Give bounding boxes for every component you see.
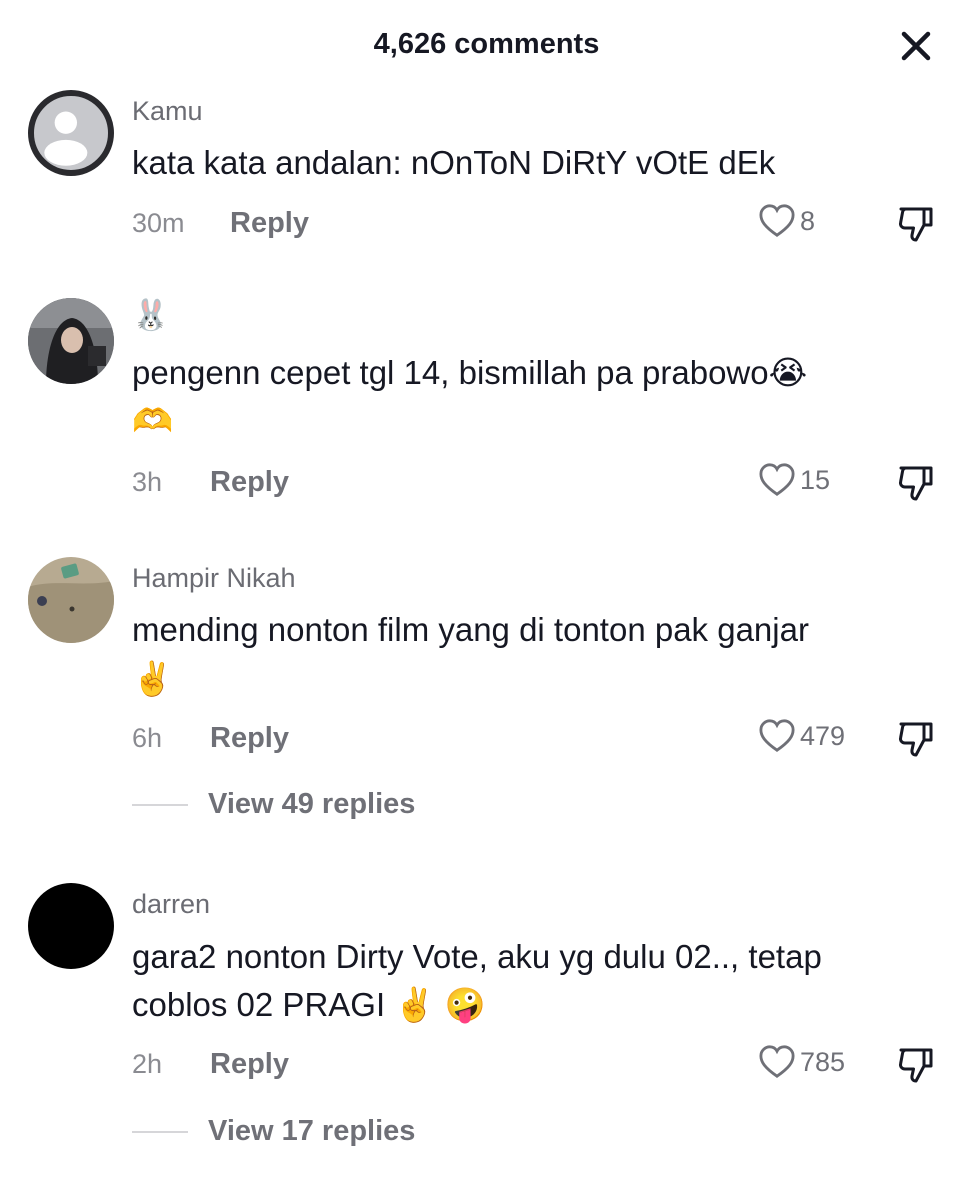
comment-text: gara2 nonton Dirty Vote, aku yg dulu 02.… bbox=[132, 938, 822, 975]
like-button[interactable]: 785 bbox=[758, 1044, 845, 1080]
like-count: 479 bbox=[800, 720, 846, 751]
default-avatar-icon bbox=[44, 111, 88, 166]
dislike-button[interactable] bbox=[896, 1044, 936, 1084]
comment-text: pengenn cepet tgl 14, bismillah pa prabo… bbox=[132, 354, 808, 391]
comments-count-title: 4,626 comments bbox=[373, 28, 600, 60]
comment-username[interactable]: 🐰 bbox=[132, 298, 169, 333]
comment-text: kata kata andalan: nOnToN DiRtY vOtE dEk bbox=[132, 144, 776, 181]
comment-time: 30m bbox=[132, 208, 185, 238]
comment-text-continued: 🫶 bbox=[132, 402, 174, 439]
close-icon[interactable] bbox=[896, 26, 936, 66]
view-replies-label: View 17 replies bbox=[208, 1115, 416, 1147]
avatar[interactable] bbox=[28, 557, 114, 643]
thumbs-down-icon bbox=[899, 207, 933, 242]
divider bbox=[132, 1130, 188, 1133]
comment-username[interactable]: Kamu bbox=[132, 96, 203, 127]
like-count: 15 bbox=[800, 464, 831, 495]
comments-header: 4,626 comments bbox=[0, 0, 973, 90]
couch-photo bbox=[28, 557, 114, 643]
like-button[interactable]: 479 bbox=[758, 718, 845, 754]
heart-icon bbox=[759, 1045, 795, 1078]
heart-icon bbox=[759, 719, 795, 752]
dislike-button[interactable] bbox=[896, 203, 936, 243]
thumbs-down-icon bbox=[899, 1048, 933, 1083]
like-count: 785 bbox=[800, 1046, 846, 1077]
avatar[interactable] bbox=[28, 90, 114, 176]
dislike-button[interactable] bbox=[896, 462, 936, 502]
thumbs-down-icon bbox=[899, 466, 933, 501]
reply-button[interactable]: Reply bbox=[210, 722, 289, 755]
like-count: 8 bbox=[800, 205, 816, 236]
thumbs-down-icon bbox=[899, 722, 933, 757]
like-button[interactable]: 8 bbox=[758, 203, 815, 239]
view-replies-button[interactable]: View 49 replies bbox=[132, 788, 415, 821]
reply-button[interactable]: Reply bbox=[230, 207, 309, 240]
like-button[interactable]: 15 bbox=[758, 462, 830, 498]
comment-username[interactable]: Hampir Nikah bbox=[132, 563, 296, 594]
comment-username[interactable]: darren bbox=[132, 889, 210, 920]
comment-text-continued: coblos 02 PRAGI ✌️ 🤪 bbox=[132, 986, 486, 1023]
dislike-button[interactable] bbox=[896, 718, 936, 758]
reply-button[interactable]: Reply bbox=[210, 466, 289, 499]
hijab-girl-photo bbox=[28, 298, 114, 384]
comment-text: mending nonton film yang di tonton pak g… bbox=[132, 611, 809, 648]
heart-icon bbox=[759, 463, 795, 496]
comment-time: 3h bbox=[132, 467, 163, 497]
reply-button[interactable]: Reply bbox=[210, 1048, 289, 1081]
heart-icon bbox=[759, 204, 795, 237]
comment-text-continued: ✌️ bbox=[132, 660, 174, 697]
avatar[interactable] bbox=[28, 883, 114, 969]
comment-time: 6h bbox=[132, 723, 163, 753]
view-replies-label: View 49 replies bbox=[208, 788, 416, 820]
divider bbox=[132, 803, 188, 806]
view-replies-button[interactable]: View 17 replies bbox=[132, 1115, 415, 1148]
comment-time: 2h bbox=[132, 1049, 163, 1079]
avatar[interactable] bbox=[28, 298, 114, 384]
